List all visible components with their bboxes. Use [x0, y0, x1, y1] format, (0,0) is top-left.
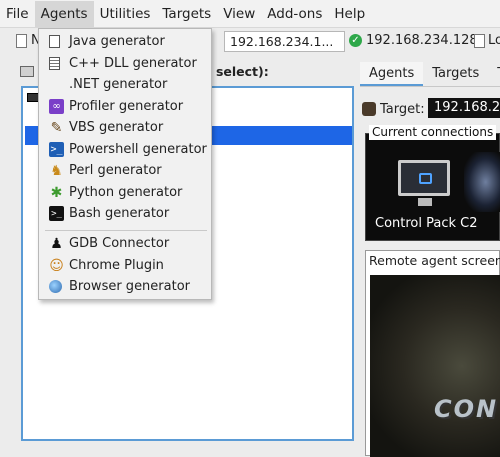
menu-item-label: Perl generator — [69, 163, 162, 178]
menu-item-label: C++ DLL generator — [69, 56, 197, 71]
control-pack-logo-icon — [419, 173, 432, 184]
log-file-icon[interactable] — [474, 34, 485, 48]
menu-item-chrome-plugin[interactable]: ☺ Chrome Plugin — [39, 255, 211, 276]
dll-file-icon — [49, 57, 60, 70]
powershell-icon: >_ — [49, 142, 64, 157]
menu-item-label: Java generator — [69, 34, 165, 49]
tab-agents[interactable]: Agents — [360, 62, 424, 86]
menu-item-vbs-generator[interactable]: ✎ VBS generator — [39, 117, 211, 138]
menu-item-java-generator[interactable]: Java generator — [39, 31, 211, 52]
new-file-icon[interactable] — [16, 34, 27, 48]
menu-item-label: Browser generator — [69, 279, 191, 294]
menu-item-label: Profiler generator — [69, 99, 184, 114]
menu-bar: File Agents Utilities Targets View Add-o… — [0, 0, 500, 28]
connected-ip: 192.168.234.128 — [366, 33, 478, 48]
java-file-icon — [49, 35, 60, 48]
menu-file[interactable]: File — [0, 1, 35, 27]
host-combo[interactable]: 192.168.234.1... — [224, 31, 345, 52]
menu-item-bash-generator[interactable]: >_ Bash generator — [39, 203, 211, 224]
menu-item-label: Python generator — [69, 185, 183, 200]
visual-studio-icon: ∞ — [49, 99, 64, 114]
lightning-image — [464, 152, 500, 212]
menu-targets[interactable]: Targets — [156, 1, 217, 27]
menu-item-gdb-connector[interactable]: ♟ GDB Connector — [39, 233, 211, 254]
menu-item-python-generator[interactable]: ✱ Python generator — [39, 182, 211, 203]
connected-check-icon: ✓ — [349, 34, 362, 47]
connections-title: Current connections — [369, 125, 497, 140]
menu-item-label: GDB Connector — [69, 236, 170, 251]
script-wand-icon: ✎ — [50, 119, 63, 136]
menu-item-label: Chrome Plugin — [69, 258, 164, 273]
screenshot-title: Remote agent screensh — [369, 253, 500, 268]
left-panel-header: o select): — [203, 64, 269, 79]
screenshot-logo-text: CON — [434, 395, 499, 423]
globe-icon — [49, 280, 62, 293]
camel-icon: ♞ — [50, 162, 63, 179]
menu-utilities[interactable]: Utilities — [94, 1, 157, 27]
tab-truncated[interactable]: T — [488, 62, 500, 86]
user-icon: ☺ — [49, 257, 64, 274]
menu-item-dotnet-generator[interactable]: .NET generator — [39, 74, 211, 95]
menu-agents[interactable]: Agents — [34, 0, 94, 27]
agents-dropdown-menu: Java generator C++ DLL generator .NET ge… — [38, 28, 212, 300]
log-button-label[interactable]: Lo — [488, 33, 500, 48]
tab-targets[interactable]: Targets — [423, 62, 488, 86]
target-label: Target: — [380, 101, 425, 117]
computer-icon — [20, 66, 34, 77]
menu-item-browser-generator[interactable]: Browser generator — [39, 276, 211, 297]
menu-item-label: VBS generator — [69, 120, 164, 135]
tabs-divider — [360, 86, 500, 87]
menu-item-label: .NET generator — [69, 77, 168, 92]
current-connections-panel: Current connections Control Pack C2 — [365, 125, 500, 241]
menu-item-profiler-generator[interactable]: ∞ Profiler generator — [39, 96, 211, 117]
spy-icon — [362, 102, 376, 116]
menu-help[interactable]: Help — [328, 1, 371, 27]
menu-item-powershell-generator[interactable]: >_ Powershell generator — [39, 139, 211, 160]
menu-item-cpp-dll-generator[interactable]: C++ DLL generator — [39, 53, 211, 74]
connection-name[interactable]: Control Pack C2 — [375, 216, 478, 231]
remote-screenshot-image: CON — [370, 275, 500, 457]
remote-screenshot-panel: Remote agent screensh CON — [365, 250, 500, 457]
menu-addons[interactable]: Add-ons — [261, 1, 328, 27]
right-tabs: Agents Targets T — [360, 62, 500, 86]
terminal-icon: >_ — [49, 206, 64, 221]
windows-logo-icon — [49, 77, 64, 92]
target-row: Target: — [362, 98, 425, 120]
monitor-icon[interactable] — [398, 160, 450, 206]
target-value: 192.168.234 — [428, 98, 500, 118]
menu-item-label: Bash generator — [69, 206, 170, 221]
menu-item-label: Powershell generator — [69, 142, 207, 157]
menu-view[interactable]: View — [217, 1, 261, 27]
menu-separator — [45, 230, 207, 231]
menu-item-perl-generator[interactable]: ♞ Perl generator — [39, 160, 211, 181]
linux-penguin-icon: ♟ — [50, 235, 63, 252]
bug-icon: ✱ — [50, 184, 63, 201]
